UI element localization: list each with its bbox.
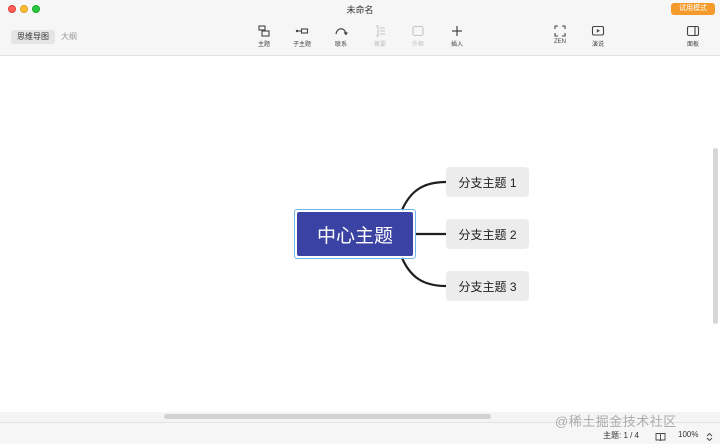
- zoom-level[interactable]: 100%: [678, 430, 698, 439]
- topic-count: 主题: 1 / 4: [603, 431, 640, 440]
- connector-1: [400, 180, 447, 211]
- zoom-stepper-icon[interactable]: [706, 429, 713, 444]
- branch-topic-3[interactable]: 分支主题 3: [446, 271, 529, 301]
- book-icon[interactable]: [655, 429, 666, 444]
- branch-topic-2[interactable]: 分支主题 2: [446, 219, 529, 249]
- vertical-scrollbar[interactable]: [713, 148, 718, 324]
- watermark: @稀土掘金技术社区: [555, 414, 677, 429]
- branch-topic-1[interactable]: 分支主题 1: [446, 167, 529, 197]
- connector-3: [400, 257, 447, 288]
- central-topic[interactable]: 中心主题: [294, 209, 416, 259]
- horizontal-scrollbar[interactable]: [164, 414, 491, 419]
- central-topic-label: 中心主题: [297, 212, 413, 256]
